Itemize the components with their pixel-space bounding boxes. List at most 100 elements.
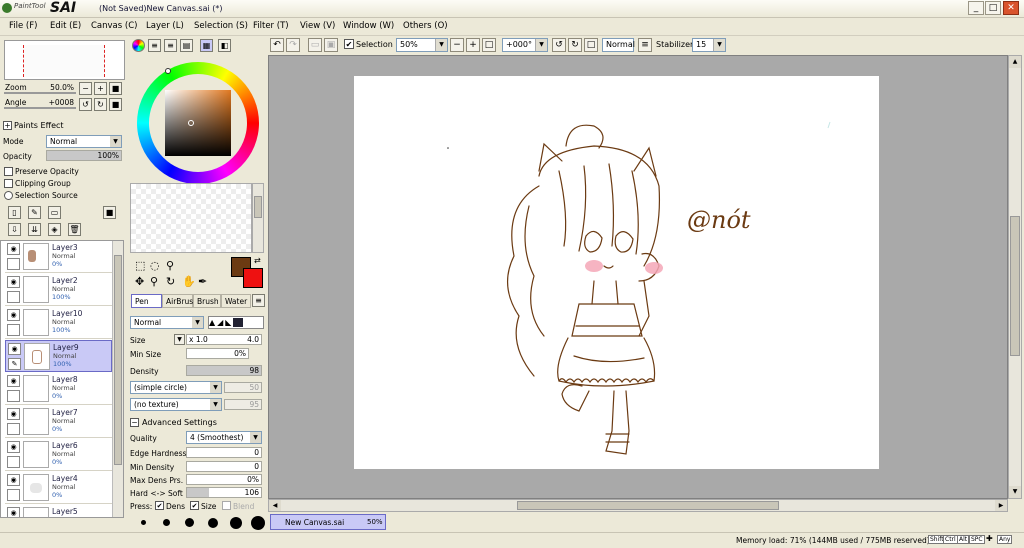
undo-button[interactable]: ↶ [270,38,284,52]
nav-rotate-right-button[interactable]: ↻ [94,98,107,111]
deselect-button[interactable]: ▭ [308,38,322,52]
menu-window[interactable]: Window (W) [343,21,394,31]
max-dens-prs-slider[interactable]: 0% [186,474,262,485]
merge-down-icon[interactable]: ⇊ [28,223,41,236]
hand-icon[interactable]: ✋ [182,275,196,288]
rgb-slider-tab-icon[interactable]: ≡ [148,39,161,52]
redo-button[interactable]: ↷ [286,38,300,52]
brush-preset[interactable] [208,518,218,528]
eye-icon[interactable]: ◉ [7,309,20,321]
edge-hardness-slider[interactable]: 0 [186,447,262,458]
menu-file[interactable]: File (F) [9,21,37,31]
clear-layer-icon[interactable]: ◈ [48,223,61,236]
tool-tab-water[interactable]: Water [221,294,251,308]
minus-icon[interactable]: − [130,418,139,427]
lock-icon[interactable] [7,324,20,336]
lock-icon[interactable] [7,489,20,501]
hsv-slider-tab-icon[interactable]: ≡ [164,39,177,52]
lock-icon[interactable] [7,258,20,270]
layer-list-scroll-thumb[interactable] [114,255,122,465]
layer-list-scrollbar[interactable] [112,241,123,517]
color-wheel[interactable] [137,62,259,184]
preserve-opacity-checkbox[interactable] [4,167,13,176]
nav-zoom-reset-button[interactable]: ■ [109,82,122,95]
plus-icon[interactable]: + [3,121,12,130]
rotate-left-button[interactable]: ↺ [552,38,566,52]
stabilizer-icon[interactable]: ≡ [638,38,652,52]
rotate-right-button[interactable]: ↻ [568,38,582,52]
brush-blend-combo[interactable]: Normal ▼ [130,316,204,329]
nav-zoom-in-button[interactable]: + [94,82,107,95]
menu-view[interactable]: View (V) [300,21,335,31]
brush-preset[interactable] [251,516,265,530]
lock-icon[interactable] [7,423,20,435]
tool-tab-airbrush[interactable]: AirBrush [162,294,198,308]
lock-icon[interactable] [7,291,20,303]
menu-filter[interactable]: Filter (T) [253,21,289,31]
selection-source-radio[interactable] [4,191,13,200]
size-range-button[interactable]: ▼ [174,334,185,345]
min-size-slider[interactable]: 0% [186,348,249,359]
move-icon[interactable]: ✥ [135,275,144,288]
color-picker-marker[interactable] [188,120,194,126]
eye-icon[interactable]: ◉ [7,276,20,288]
chevron-right-icon[interactable]: ▶ [995,500,1007,511]
press-dens-checkbox[interactable]: ✔ [155,501,164,510]
min-density-slider[interactable]: 0 [186,461,262,472]
selection-checkbox[interactable]: ✔ [344,39,354,49]
layer-row[interactable]: ◉ Layer2 Normal 100% [5,274,112,306]
transfer-down-icon[interactable]: ⇩ [8,223,21,236]
secondary-color-swatch[interactable] [243,268,263,288]
hard-soft-slider[interactable]: 106 [186,487,262,498]
navigator-angle-slider[interactable] [4,107,76,109]
rotation-combo[interactable]: +000° ▼ [502,38,548,52]
lock-icon[interactable] [7,456,20,468]
scratchpad[interactable] [130,183,252,253]
canvas-paper[interactable]: @nót [354,76,879,469]
quality-combo[interactable]: 4 (Smoothest) ▼ [186,431,262,444]
eyedropper-icon[interactable]: ✒ [198,275,207,288]
menu-canvas[interactable]: Canvas (C) [91,21,137,31]
press-blend-checkbox[interactable] [222,501,231,510]
lasso-icon[interactable]: ◌ [150,259,160,272]
layer-opacity-slider[interactable]: 100% [46,150,122,161]
zoom-combo[interactable]: 50% ▼ [396,38,448,52]
layer-mask-icon[interactable]: ■ [103,206,116,219]
rotate-reset-button[interactable]: □ [584,38,598,52]
chevron-left-icon[interactable]: ◀ [269,500,281,511]
zoom-in-button[interactable]: + [466,38,480,52]
menu-others[interactable]: Others (O) [403,21,448,31]
layer-row[interactable]: ◉ Layer3 Normal 0% [5,241,112,273]
blend-mode-combo[interactable]: Normal [602,38,635,52]
pen-icon[interactable]: ✎ [8,358,21,370]
eye-icon[interactable]: ◉ [7,441,20,453]
brush-size-slider[interactable]: x 1.0 4.0 [186,334,262,345]
swap-colors-icon[interactable]: ⇄ [254,256,261,265]
clipping-group-checkbox[interactable] [4,179,13,188]
scratchpad-scrollbar[interactable] [252,183,264,253]
brush-texture-combo[interactable]: (no texture) ▼ [130,398,222,411]
layer-row[interactable]: ◉ Layer10 Normal 100% [5,307,112,339]
saturation-value-square[interactable] [165,90,231,156]
brush-preset[interactable] [163,519,170,526]
shape-amount-slider[interactable]: 50 [224,382,262,393]
canvas-vertical-scroll-thumb[interactable] [1010,216,1020,356]
layer-row[interactable]: ◉ Layer4 Normal 0% [5,472,112,504]
menu-edit[interactable]: Edit (E) [50,21,81,31]
chevron-up-icon[interactable]: ▲ [1009,56,1021,68]
zoom-reset-button[interactable]: □ [482,38,496,52]
menu-selection[interactable]: Selection (S) [194,21,248,31]
delete-layer-icon[interactable]: 🗑 [68,223,81,236]
texture-amount-slider[interactable]: 95 [224,399,262,410]
color-palette-tab-icon[interactable]: ▦ [200,39,213,52]
layer-mode-combo[interactable]: Normal ▼ [46,135,122,148]
hue-marker[interactable] [165,68,171,74]
swatches-tab-icon[interactable]: ▤ [180,39,193,52]
tool-tab-pen[interactable]: Pen [131,294,162,308]
canvas-vertical-scrollbar[interactable]: ▲ ▼ [1008,55,1022,499]
new-folder-icon[interactable]: ▭ [48,206,61,219]
rect-select-icon[interactable]: ⬚ [135,259,145,272]
tool-list-icon[interactable]: ≡ [252,294,265,307]
canvas-horizontal-scrollbar[interactable]: ◀ ▶ [268,499,1008,512]
color-wheel-tab-icon[interactable] [132,39,145,52]
